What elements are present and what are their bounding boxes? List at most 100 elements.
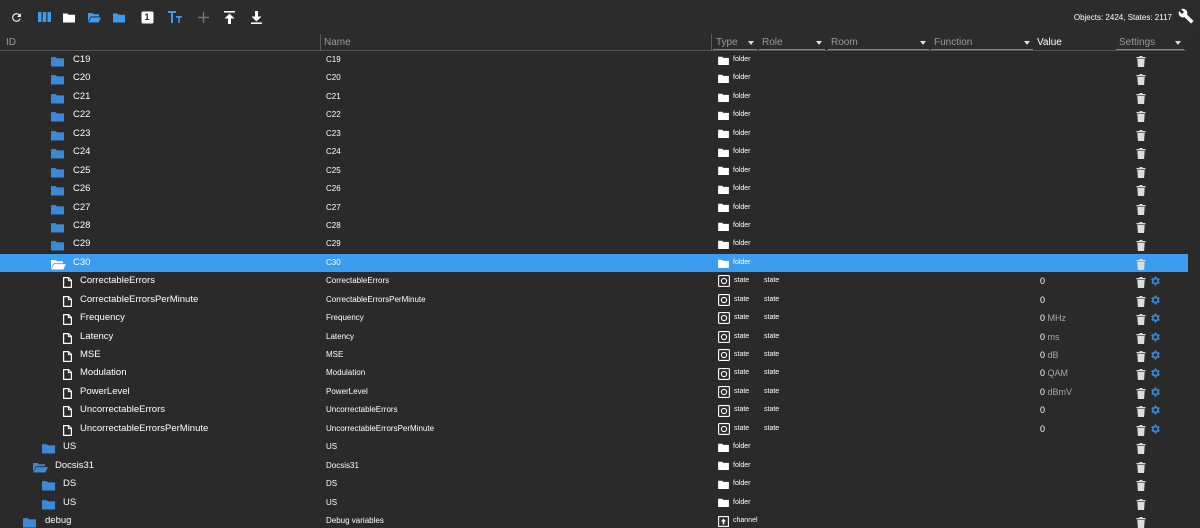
download-icon[interactable] [248,9,264,25]
folder-icon[interactable] [23,516,36,528]
header-name[interactable]: Name [321,35,701,50]
table-row[interactable]: US US folder [0,438,1188,456]
room-filter[interactable]: Room [828,35,929,50]
delete-icon[interactable] [1136,110,1146,123]
gear-icon[interactable] [1149,331,1161,343]
delete-icon[interactable] [1136,258,1146,270]
scrollbar[interactable] [1188,51,1200,528]
table-row[interactable]: CorrectableErrors CorrectableErrors state s… [0,272,1188,290]
gear-icon[interactable] [1149,404,1161,416]
settings-filter[interactable]: Settings [1116,35,1184,50]
delete-icon[interactable] [1136,147,1146,160]
delete-icon[interactable] [1136,479,1146,492]
table-row[interactable]: Modulation Modulation state state 0 QAM [0,364,1188,382]
delete-icon[interactable] [1136,350,1146,362]
table-row[interactable]: C24 C24 folder [0,143,1188,161]
gear-icon[interactable] [1149,423,1161,435]
table-row[interactable]: C23 C23 folder [0,125,1188,143]
delete-icon[interactable] [1136,332,1146,344]
gear-icon[interactable] [1149,275,1161,287]
folder-type-icon [718,93,729,102]
table-row[interactable]: C22 C22 folder [0,106,1188,124]
row-type: folder [718,475,751,493]
row-id: C25 [73,164,91,176]
delete-icon[interactable] [1136,73,1146,86]
table-row[interactable]: Latency Latency state state 0 ms [0,328,1188,346]
delete-icon[interactable] [1136,368,1146,381]
delete-icon[interactable] [1136,424,1146,436]
table-row[interactable]: C20 C20 folder [0,69,1188,87]
row-value[interactable]: 0 [1040,291,1045,309]
row-value[interactable]: 0 [1040,420,1045,438]
table-row[interactable]: UncorrectableErrorsPerMinute Uncorrectabl… [0,420,1188,438]
folder-collapse-icon[interactable] [111,9,127,25]
row-value[interactable]: 0 dB [1040,346,1059,364]
delete-icon[interactable] [1136,498,1146,510]
row-type-label: folder [733,461,751,469]
table-row[interactable]: CorrectableErrorsPerMinute CorrectableErr… [0,291,1188,309]
table-row[interactable]: C25 C25 folder [0,162,1188,180]
delete-icon[interactable] [1136,129,1146,141]
role-filter[interactable]: Role [759,35,825,50]
row-value[interactable]: 0 [1040,272,1045,290]
delete-icon[interactable] [1136,442,1146,455]
gear-icon[interactable] [1149,367,1161,379]
row-value[interactable]: 0 [1040,401,1045,419]
wrench-icon[interactable] [1178,8,1194,24]
text-size-icon[interactable] [167,9,183,25]
folder-icon[interactable] [61,9,77,25]
table-row[interactable]: C29 C29 folder [0,235,1188,253]
add-icon[interactable] [195,9,211,25]
row-value[interactable]: 0 ms [1040,328,1060,346]
row-value[interactable]: 0 QAM [1040,364,1068,382]
row-value[interactable]: 0 MHz [1040,309,1066,327]
table-row[interactable]: MSE MSE state state 0 dB [0,346,1188,364]
table-row[interactable]: US US folder [0,494,1188,512]
table-row[interactable]: C26 C26 folder [0,180,1188,198]
table-row[interactable]: UncorrectableErrors UncorrectableErrors st… [0,401,1188,419]
refresh-icon[interactable] [8,9,24,25]
table-row[interactable]: Frequency Frequency state state 0 MHz [0,309,1188,327]
delete-icon[interactable] [1136,461,1146,473]
header-id[interactable]: ID [3,35,303,50]
delete-icon[interactable] [1136,221,1146,233]
delete-icon[interactable] [1136,405,1146,418]
row-id: Frequency [80,312,125,324]
upload-icon[interactable] [221,9,237,25]
table-row[interactable]: C19 C19 folder [0,51,1188,69]
state-type-icon [718,386,730,399]
type-filter[interactable]: Type [713,35,757,50]
table-row[interactable]: C30 C30 folder [0,253,1188,273]
row-id: debug [45,514,72,526]
delete-icon[interactable] [1136,387,1146,399]
delete-icon[interactable] [1136,203,1146,215]
delete-icon[interactable] [1136,184,1146,197]
delete-icon[interactable] [1136,516,1146,528]
table-row[interactable]: C28 C28 folder [0,217,1188,235]
delete-icon[interactable] [1136,239,1146,252]
table-row[interactable]: debug Debug variables channel [0,512,1188,528]
delete-icon[interactable] [1136,92,1146,104]
value-unit: dB [1047,350,1059,360]
number-badge[interactable]: 1 [139,9,155,25]
function-filter[interactable]: Function [931,35,1033,50]
table-row[interactable]: Docsis31 Docsis31 folder [0,457,1188,475]
table-row[interactable]: C21 C21 folder [0,88,1188,106]
gear-icon[interactable] [1149,349,1161,361]
delete-icon[interactable] [1136,166,1146,178]
table-row[interactable]: DS DS folder [0,475,1188,493]
column-divider[interactable] [711,34,712,51]
delete-icon[interactable] [1136,276,1146,289]
row-value[interactable]: 0 dBmV [1040,383,1072,401]
table-row[interactable]: PowerLevel PowerLevel state state 0 dBmV [0,383,1188,401]
delete-icon[interactable] [1136,295,1146,307]
gear-icon[interactable] [1149,294,1161,306]
table-row[interactable]: C27 C27 folder [0,199,1188,217]
gear-icon[interactable] [1149,312,1161,324]
gear-icon[interactable] [1149,386,1161,398]
delete-icon[interactable] [1136,313,1146,326]
columns-icon[interactable] [36,9,52,25]
folder-open-icon[interactable] [86,9,102,25]
delete-icon[interactable] [1136,55,1146,67]
state-type-icon [718,293,730,306]
